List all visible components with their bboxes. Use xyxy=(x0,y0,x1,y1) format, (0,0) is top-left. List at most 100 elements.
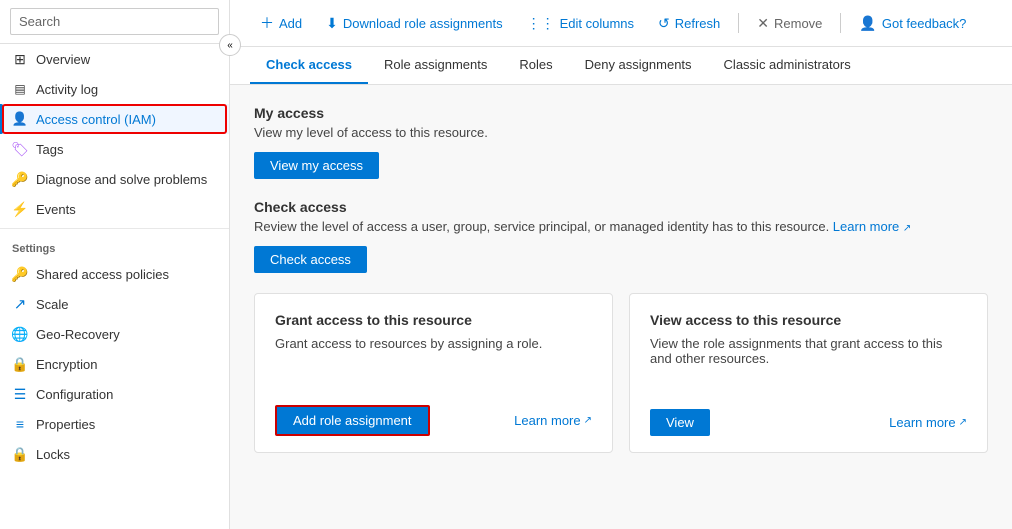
grant-card-learn-more-link[interactable]: Learn more ↗ xyxy=(514,413,592,428)
tabs-bar: Check access Role assignments Roles Deny… xyxy=(230,47,1012,85)
tab-check-access[interactable]: Check access xyxy=(250,47,368,84)
scale-icon: ↗ xyxy=(12,296,28,312)
sidebar-item-label: Scale xyxy=(36,297,69,312)
view-card-title: View access to this resource xyxy=(650,312,967,328)
check-access-description: Review the level of access a user, group… xyxy=(254,219,988,234)
view-my-access-button[interactable]: View my access xyxy=(254,152,379,179)
toolbar: ＋ Add ⬇ Download role assignments ⋮⋮ Edi… xyxy=(230,0,1012,47)
my-access-description: View my level of access to this resource… xyxy=(254,125,988,140)
grant-card-footer: Add role assignment Learn more ↗ xyxy=(275,405,592,436)
feedback-label: Got feedback? xyxy=(882,16,967,31)
external-link-icon: ↗ xyxy=(584,415,592,426)
view-card-learn-more-link[interactable]: Learn more ↗ xyxy=(889,415,967,430)
cards-row: Grant access to this resource Grant acce… xyxy=(254,293,988,453)
add-role-assignment-button[interactable]: Add role assignment xyxy=(275,405,430,436)
check-access-title: Check access xyxy=(254,199,988,215)
tags-icon: 🏷 xyxy=(12,141,28,157)
edit-columns-label: Edit columns xyxy=(560,16,634,31)
sidebar-divider xyxy=(0,228,229,229)
activity-log-icon: ▤ xyxy=(12,81,28,97)
tab-deny-assignments[interactable]: Deny assignments xyxy=(569,47,708,84)
tab-content: My access View my level of access to thi… xyxy=(230,85,1012,529)
events-icon: ⚡ xyxy=(12,201,28,217)
refresh-icon: ↺ xyxy=(658,15,670,32)
configuration-icon: ☰ xyxy=(12,386,28,402)
properties-icon: ≡ xyxy=(12,416,28,432)
my-access-section: My access View my level of access to thi… xyxy=(254,105,988,179)
remove-label: Remove xyxy=(774,16,822,31)
sidebar-item-encryption[interactable]: 🔒 Encryption xyxy=(0,349,229,379)
add-label: Add xyxy=(279,16,302,31)
grant-access-card: Grant access to this resource Grant acce… xyxy=(254,293,613,453)
sidebar-item-label: Encryption xyxy=(36,357,97,372)
toolbar-separator-2 xyxy=(840,13,841,33)
sidebar-item-label: Activity log xyxy=(36,82,98,97)
sidebar-item-label: Configuration xyxy=(36,387,113,402)
encryption-icon: 🔒 xyxy=(12,356,28,372)
grant-card-description: Grant access to resources by assigning a… xyxy=(275,336,592,389)
remove-icon: ✕ xyxy=(757,15,769,32)
sidebar-item-overview[interactable]: ⊞ Overview xyxy=(0,44,229,74)
feedback-button[interactable]: 👤 Got feedback? xyxy=(849,10,976,37)
plus-icon: ＋ xyxy=(260,13,274,33)
sidebar-item-label: Tags xyxy=(36,142,63,157)
chevron-left-icon: « xyxy=(227,40,233,51)
sidebar-item-events[interactable]: ⚡ Events xyxy=(0,194,229,224)
remove-button[interactable]: ✕ Remove xyxy=(747,10,832,37)
sidebar-item-activity-log[interactable]: ▤ Activity log xyxy=(0,74,229,104)
download-button[interactable]: ⬇ Download role assignments xyxy=(316,10,512,37)
sidebar-item-label: Locks xyxy=(36,447,70,462)
main-content: ＋ Add ⬇ Download role assignments ⋮⋮ Edi… xyxy=(230,0,1012,529)
tab-classic-admins[interactable]: Classic administrators xyxy=(708,47,867,84)
columns-icon: ⋮⋮ xyxy=(527,15,555,32)
sidebar-item-label: Overview xyxy=(36,52,90,67)
refresh-label: Refresh xyxy=(675,16,721,31)
view-card-description: View the role assignments that grant acc… xyxy=(650,336,967,393)
grant-card-title: Grant access to this resource xyxy=(275,312,592,328)
tab-role-assignments[interactable]: Role assignments xyxy=(368,47,503,84)
view-access-card: View access to this resource View the ro… xyxy=(629,293,988,453)
sidebar-collapse-button[interactable]: « xyxy=(219,34,241,56)
check-access-learn-more-link[interactable]: Learn more ↗ xyxy=(833,219,912,234)
sidebar-item-diagnose[interactable]: 🔑 Diagnose and solve problems xyxy=(0,164,229,194)
search-input[interactable] xyxy=(10,8,219,35)
feedback-icon: 👤 xyxy=(859,15,876,32)
settings-section-label: Settings xyxy=(0,233,229,259)
sidebar-item-label: Shared access policies xyxy=(36,267,169,282)
locks-icon: 🔒 xyxy=(12,446,28,462)
shared-access-icon: 🔑 xyxy=(12,266,28,282)
sidebar-item-properties[interactable]: ≡ Properties xyxy=(0,409,229,439)
geo-recovery-icon: 🌐 xyxy=(12,326,28,342)
external-link-icon: ↗ xyxy=(959,417,967,428)
download-label: Download role assignments xyxy=(343,16,503,31)
diagnose-icon: 🔑 xyxy=(12,171,28,187)
sidebar-item-label: Diagnose and solve problems xyxy=(36,172,207,187)
external-link-icon: ↗ xyxy=(903,223,911,234)
sidebar-item-tags[interactable]: 🏷 Tags xyxy=(0,134,229,164)
toolbar-separator xyxy=(738,13,739,33)
sidebar: ⊞ Overview ▤ Activity log 👤 Access contr… xyxy=(0,0,230,529)
sidebar-item-shared-access[interactable]: 🔑 Shared access policies xyxy=(0,259,229,289)
access-control-icon: 👤 xyxy=(12,111,28,127)
sidebar-item-label: Events xyxy=(36,202,76,217)
edit-columns-button[interactable]: ⋮⋮ Edit columns xyxy=(517,10,644,37)
sidebar-item-locks[interactable]: 🔒 Locks xyxy=(0,439,229,469)
add-button[interactable]: ＋ Add xyxy=(250,8,312,38)
view-button[interactable]: View xyxy=(650,409,710,436)
check-access-section: Check access Review the level of access … xyxy=(254,199,988,273)
download-icon: ⬇ xyxy=(326,15,338,32)
overview-icon: ⊞ xyxy=(12,51,28,67)
sidebar-item-label: Geo-Recovery xyxy=(36,327,120,342)
refresh-button[interactable]: ↺ Refresh xyxy=(648,10,730,37)
sidebar-item-geo-recovery[interactable]: 🌐 Geo-Recovery xyxy=(0,319,229,349)
view-card-footer: View Learn more ↗ xyxy=(650,409,967,436)
my-access-title: My access xyxy=(254,105,988,121)
tab-roles[interactable]: Roles xyxy=(503,47,568,84)
sidebar-item-label: Properties xyxy=(36,417,95,432)
check-access-button[interactable]: Check access xyxy=(254,246,367,273)
sidebar-item-label: Access control (IAM) xyxy=(36,112,156,127)
sidebar-search-container xyxy=(0,0,229,44)
sidebar-item-scale[interactable]: ↗ Scale xyxy=(0,289,229,319)
sidebar-item-access-control[interactable]: 👤 Access control (IAM) xyxy=(0,104,229,134)
sidebar-item-configuration[interactable]: ☰ Configuration xyxy=(0,379,229,409)
